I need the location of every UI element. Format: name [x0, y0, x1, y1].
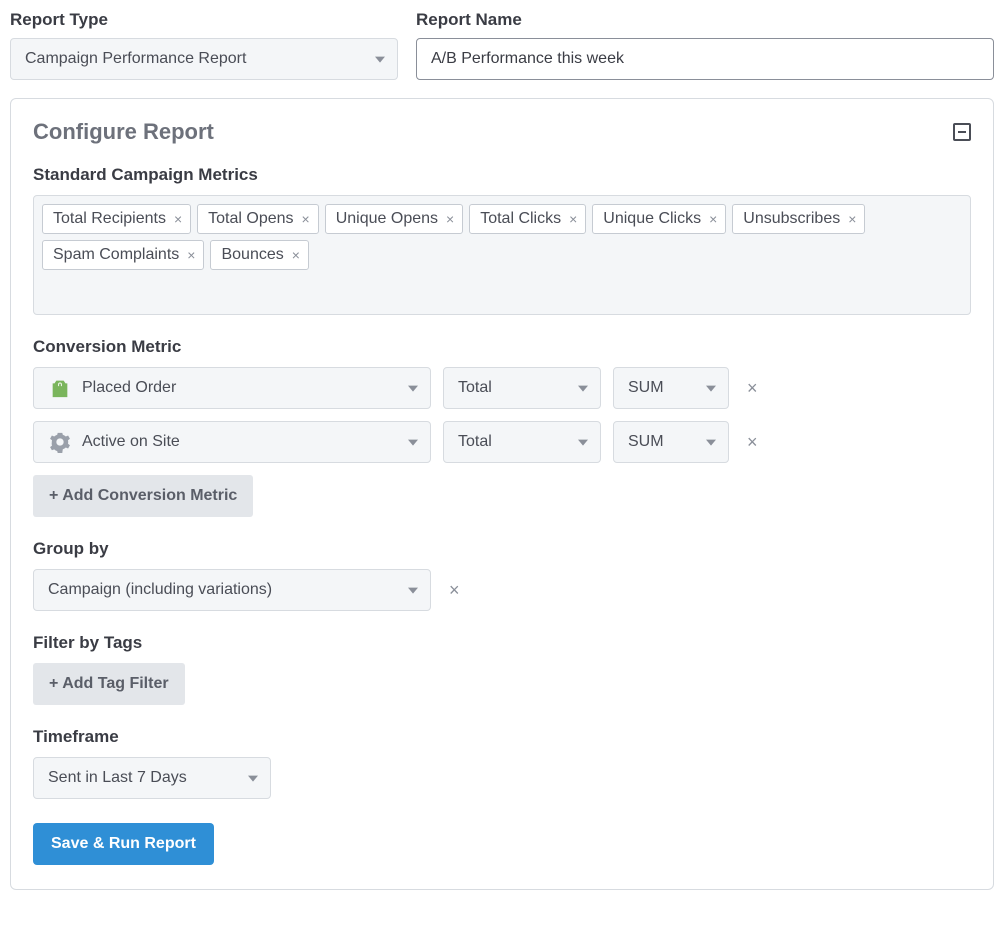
- tag-remove-icon[interactable]: ×: [709, 212, 717, 226]
- tag-remove-icon[interactable]: ×: [187, 248, 195, 262]
- conversion-agg-value: SUM: [628, 379, 664, 397]
- caret-down-icon: [408, 440, 418, 446]
- report-type-select[interactable]: Campaign Performance Report: [10, 38, 398, 80]
- metric-tag[interactable]: Spam Complaints ×: [42, 240, 204, 270]
- report-name-field: Report Name: [416, 10, 994, 80]
- save-run-report-button[interactable]: Save & Run Report: [33, 823, 214, 865]
- caret-down-icon: [408, 386, 418, 392]
- remove-row-icon[interactable]: ×: [741, 379, 764, 397]
- metric-tag-label: Total Recipients: [53, 210, 166, 228]
- tag-remove-icon[interactable]: ×: [174, 212, 182, 226]
- groupby-value: Campaign (including variations): [48, 581, 272, 599]
- caret-down-icon: [375, 57, 385, 63]
- standard-metrics-label: Standard Campaign Metrics: [33, 165, 971, 185]
- shopify-icon: [48, 376, 72, 400]
- metric-tag-label: Unique Opens: [336, 210, 438, 228]
- groupby-label: Group by: [33, 539, 971, 559]
- metric-tag-label: Spam Complaints: [53, 246, 179, 264]
- conversion-metric-value: Active on Site: [82, 433, 180, 451]
- report-type-value: Campaign Performance Report: [25, 50, 246, 68]
- conversion-mode-value: Total: [458, 433, 492, 451]
- metric-tag[interactable]: Unsubscribes ×: [732, 204, 865, 234]
- add-tag-filter-button[interactable]: + Add Tag Filter: [33, 663, 185, 705]
- tag-remove-icon[interactable]: ×: [569, 212, 577, 226]
- conversion-mode-select[interactable]: Total: [443, 421, 601, 463]
- timeframe-value: Sent in Last 7 Days: [48, 769, 187, 787]
- groupby-select[interactable]: Campaign (including variations): [33, 569, 431, 611]
- configure-report-panel: Configure Report Standard Campaign Metri…: [10, 98, 994, 890]
- metric-tag-label: Unique Clicks: [603, 210, 701, 228]
- conversion-label: Conversion Metric: [33, 337, 971, 357]
- conversion-mode-select[interactable]: Total: [443, 367, 601, 409]
- report-type-label: Report Type: [10, 10, 398, 30]
- conversion-metric-select[interactable]: Active on Site: [33, 421, 431, 463]
- panel-header: Configure Report: [33, 119, 971, 145]
- caret-down-icon: [408, 588, 418, 594]
- groupby-row: Campaign (including variations) ×: [33, 569, 971, 611]
- conversion-agg-value: SUM: [628, 433, 664, 451]
- add-conversion-metric-button[interactable]: + Add Conversion Metric: [33, 475, 253, 517]
- caret-down-icon: [706, 386, 716, 392]
- top-row: Report Type Campaign Performance Report …: [10, 10, 994, 80]
- conversion-agg-select[interactable]: SUM: [613, 367, 729, 409]
- metric-tag[interactable]: Total Clicks ×: [469, 204, 586, 234]
- tag-remove-icon[interactable]: ×: [292, 248, 300, 262]
- metric-tag-label: Total Opens: [208, 210, 293, 228]
- timeframe-select[interactable]: Sent in Last 7 Days: [33, 757, 271, 799]
- metric-tag[interactable]: Total Opens ×: [197, 204, 319, 234]
- tag-remove-icon[interactable]: ×: [848, 212, 856, 226]
- remove-row-icon[interactable]: ×: [443, 581, 466, 599]
- report-name-input[interactable]: [416, 38, 994, 80]
- timeframe-label: Timeframe: [33, 727, 971, 747]
- metric-tag[interactable]: Unique Opens ×: [325, 204, 463, 234]
- conversion-mode-value: Total: [458, 379, 492, 397]
- tag-remove-icon[interactable]: ×: [446, 212, 454, 226]
- caret-down-icon: [248, 776, 258, 782]
- caret-down-icon: [706, 440, 716, 446]
- metric-tag[interactable]: Total Recipients ×: [42, 204, 191, 234]
- tag-remove-icon[interactable]: ×: [302, 212, 310, 226]
- remove-row-icon[interactable]: ×: [741, 433, 764, 451]
- filter-tags-label: Filter by Tags: [33, 633, 971, 653]
- standard-metrics-well[interactable]: Total Recipients × Total Opens × Unique Op…: [33, 195, 971, 315]
- metric-tag-label: Unsubscribes: [743, 210, 840, 228]
- conversion-metric-select[interactable]: Placed Order: [33, 367, 431, 409]
- report-type-field: Report Type Campaign Performance Report: [10, 10, 398, 80]
- collapse-icon[interactable]: [953, 123, 971, 141]
- report-name-label: Report Name: [416, 10, 994, 30]
- gear-icon: [48, 430, 72, 454]
- caret-down-icon: [578, 386, 588, 392]
- metric-tag-label: Total Clicks: [480, 210, 561, 228]
- metric-tag[interactable]: Unique Clicks ×: [592, 204, 726, 234]
- metric-tag[interactable]: Bounces ×: [210, 240, 308, 270]
- conversion-row: Placed Order Total SUM ×: [33, 367, 971, 409]
- panel-title: Configure Report: [33, 119, 214, 145]
- conversion-row: Active on Site Total SUM ×: [33, 421, 971, 463]
- metric-tag-label: Bounces: [221, 246, 283, 264]
- caret-down-icon: [578, 440, 588, 446]
- conversion-agg-select[interactable]: SUM: [613, 421, 729, 463]
- conversion-metric-value: Placed Order: [82, 379, 176, 397]
